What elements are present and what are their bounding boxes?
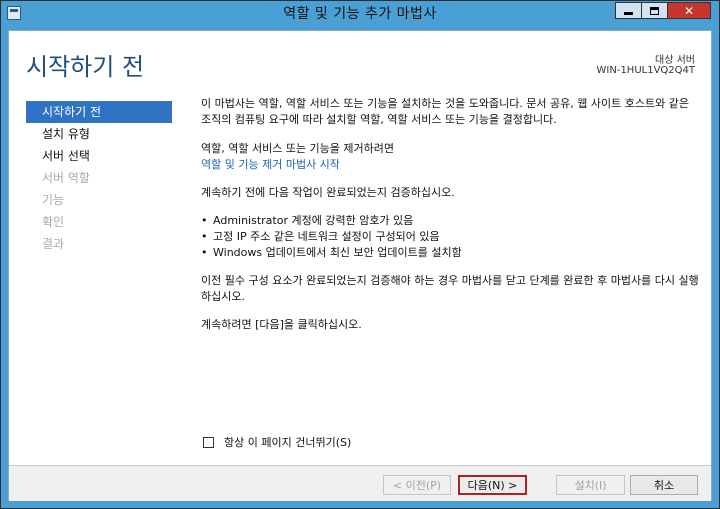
- minimize-button[interactable]: [615, 2, 641, 19]
- next-button[interactable]: 다음(N) >: [458, 475, 527, 495]
- nav-item-installation-type[interactable]: 설치 유형: [26, 123, 172, 145]
- prerequisite-text: 이전 필수 구성 요소가 완료되었는지 검증해야 하는 경우 마법사를 닫고 단…: [201, 274, 699, 303]
- list-item: Administrator 계정에 강력한 암호가 있음: [201, 213, 701, 229]
- wizard-footer: < 이전(P) 다음(N) > 설치(I) 취소: [9, 465, 711, 501]
- list-item: 고정 IP 주소 같은 네트워크 설정이 구성되어 있음: [201, 229, 701, 245]
- nav-item-confirmation: 확인: [42, 215, 65, 229]
- skip-page-label: 항상 이 페이지 건너뛰기(S): [224, 436, 352, 449]
- window-controls: ✕: [615, 2, 711, 20]
- remove-wizard-link[interactable]: 역할 및 기능 제거 마법사 시작: [201, 158, 340, 171]
- nav-item-results: 결과: [42, 237, 65, 251]
- page-title: 시작하기 전: [26, 53, 145, 81]
- minimize-icon: [624, 12, 633, 15]
- prerequisite-list: Administrator 계정에 강력한 암호가 있음 고정 IP 주소 같은…: [201, 213, 701, 261]
- close-icon: ✕: [683, 3, 695, 18]
- nav-item-before-you-begin[interactable]: 시작하기 전: [26, 101, 172, 123]
- list-item: Windows 업데이트에서 최신 보안 업데이트를 설치함: [201, 245, 701, 261]
- nav-item-server-selection[interactable]: 서버 선택: [26, 145, 172, 167]
- nav-item-features: 기능: [42, 193, 65, 207]
- maximize-button[interactable]: [641, 2, 667, 19]
- wizard-step-nav: 시작하기 전 설치 유형 서버 선택 서버 역할 기능 확인 결과: [26, 101, 172, 255]
- destination-server-label: 대상 서버: [655, 55, 695, 66]
- destination-server-name: WIN-1HUL1VQ2Q4T: [596, 65, 695, 76]
- close-button[interactable]: ✕: [667, 2, 711, 19]
- title-bar[interactable]: 역할 및 기능 추가 마법사 ✕: [1, 1, 719, 25]
- verify-text: 계속하기 전에 다음 작업이 완료되었는지 검증하십시오.: [201, 186, 455, 199]
- skip-page-option[interactable]: 항상 이 페이지 건너뛰기(S): [203, 434, 351, 450]
- wizard-client-area: 시작하기 전 대상 서버 WIN-1HUL1VQ2Q4T 시작하기 전 설치 유…: [8, 30, 712, 501]
- skip-page-checkbox[interactable]: [203, 436, 214, 448]
- continue-text: 계속하려면 [다음]을 클릭하십시오.: [201, 318, 362, 331]
- intro-text: 이 마법사는 역할, 역할 서비스 또는 기능을 설치하는 것을 도와줍니다. …: [201, 97, 689, 126]
- cancel-button[interactable]: 취소: [630, 475, 698, 495]
- window-title: 역할 및 기능 추가 마법사: [283, 6, 437, 22]
- previous-button: < 이전(P): [383, 475, 451, 495]
- remove-text: 역할, 역할 서비스 또는 기능을 제거하려면: [201, 142, 395, 155]
- wizard-window: 역할 및 기능 추가 마법사 ✕ 시작하기 전 대상 서버 WIN-1HUL1V…: [0, 0, 720, 509]
- nav-item-server-roles: 서버 역할: [42, 171, 90, 185]
- maximize-icon: [650, 6, 659, 15]
- install-button: 설치(I): [556, 475, 625, 495]
- page-content: 이 마법사는 역할, 역할 서비스 또는 기능을 설치하는 것을 도와줍니다. …: [201, 96, 701, 333]
